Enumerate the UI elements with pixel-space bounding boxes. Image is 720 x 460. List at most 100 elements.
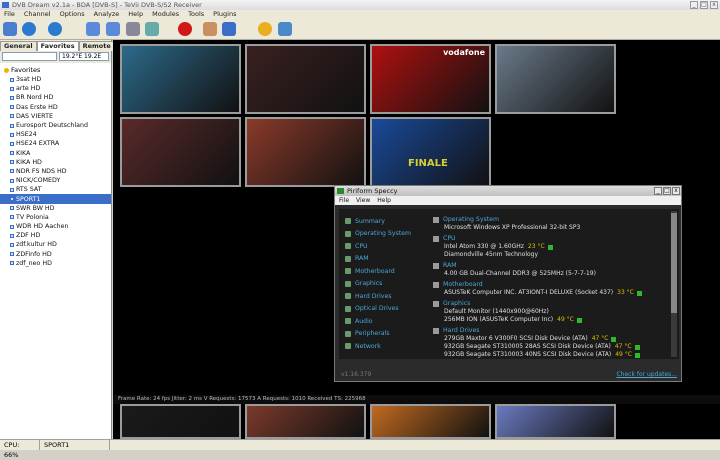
channel-icon: [10, 187, 14, 192]
settings-icon[interactable]: [126, 22, 140, 36]
speccy-scroll-thumb[interactable]: [671, 213, 677, 313]
app-icon: [2, 2, 9, 8]
channel-item[interactable]: HSE24 EXTRA: [0, 139, 111, 148]
spec-section-header: CPU: [433, 234, 669, 243]
thumb-5[interactable]: [120, 117, 241, 187]
channel-item[interactable]: zdf.kultur HD: [0, 240, 111, 249]
channel-item[interactable]: Eurosport Deutschland: [0, 121, 111, 130]
speccy-menu-help[interactable]: Help: [377, 196, 391, 205]
channel-item[interactable]: arte HD: [0, 84, 111, 93]
thumb-10-bg: [372, 406, 489, 437]
channel-icon: [10, 77, 14, 82]
speccy-menu-file[interactable]: File: [339, 196, 349, 205]
menu-options[interactable]: Options: [60, 10, 85, 19]
tab-general[interactable]: General: [0, 41, 37, 51]
channel-item[interactable]: NICK/COMEDY: [0, 176, 111, 185]
channel-label: RTS SAT: [16, 186, 42, 194]
channel-item[interactable]: WDR HD Aachen: [0, 222, 111, 231]
speccy-nav-item[interactable]: CPU: [345, 240, 427, 253]
channel-icon: [10, 169, 14, 174]
channel-item[interactable]: zdf_neo HD: [0, 259, 111, 268]
thumb-11[interactable]: [495, 404, 616, 439]
speccy-nav-item[interactable]: Peripherals: [345, 328, 427, 341]
tab-remote[interactable]: Remote: [78, 41, 115, 51]
channel-icon: [10, 206, 14, 211]
channel-item[interactable]: KIKA: [0, 149, 111, 158]
channel-item[interactable]: TV Polonia: [0, 213, 111, 222]
speccy-close-button[interactable]: x: [672, 187, 680, 195]
favorites-group[interactable]: Favorites: [0, 66, 111, 75]
speccy-minimize-button[interactable]: _: [654, 187, 662, 195]
channel-label: WDR HD Aachen: [16, 223, 69, 231]
thumb-9[interactable]: [245, 404, 366, 439]
channel-item[interactable]: HSE24: [0, 130, 111, 139]
menu-modules[interactable]: Modules: [152, 10, 179, 19]
minimize-button[interactable]: _: [690, 1, 698, 9]
window-icon[interactable]: [106, 22, 120, 36]
satellite-select[interactable]: 19.2°E 19.2E: [59, 52, 109, 61]
nav-item-icon: [345, 268, 351, 275]
search-input[interactable]: [2, 52, 57, 61]
record-icon[interactable]: [178, 22, 192, 36]
channel-item[interactable]: ZDFinfo HD: [0, 250, 111, 259]
thumb-7-label: FINALE: [408, 158, 448, 169]
speccy-nav-item[interactable]: RAM: [345, 253, 427, 266]
maximize-button[interactable]: □: [700, 1, 708, 9]
thumb-2[interactable]: [245, 44, 366, 114]
channel-item[interactable]: NDR FS NDS HD: [0, 167, 111, 176]
tab-favorites[interactable]: Favorites: [36, 41, 79, 51]
speccy-nav-item[interactable]: Network: [345, 340, 427, 353]
menu-help[interactable]: Help: [128, 10, 143, 19]
nav-item-icon: [345, 318, 351, 325]
channel-item[interactable]: BR Nord HD: [0, 93, 111, 102]
check-updates-link[interactable]: Check for updates...: [616, 371, 677, 378]
speccy-nav-item[interactable]: Graphics: [345, 278, 427, 291]
thumb-3[interactable]: vodafone: [370, 44, 491, 114]
monitor-icon[interactable]: [222, 22, 236, 36]
info-icon[interactable]: [278, 22, 292, 36]
thumb-6[interactable]: [245, 117, 366, 187]
back-icon[interactable]: [22, 22, 36, 36]
channel-item[interactable]: KIKA HD: [0, 158, 111, 167]
epg-icon[interactable]: [203, 22, 217, 36]
speccy-menu-view[interactable]: View: [356, 196, 370, 205]
channel-item[interactable]: ZDF HD: [0, 231, 111, 240]
spec-line: Diamondville 45nm Technology: [433, 251, 669, 259]
nav-item-label: Optical Drives: [355, 305, 399, 313]
channel-item[interactable]: Das Erste HD: [0, 103, 111, 112]
channel-item[interactable]: RTS SAT: [0, 185, 111, 194]
channel-item[interactable]: DAS VIERTE: [0, 112, 111, 121]
open-icon[interactable]: [3, 22, 17, 36]
screen-icon[interactable]: [86, 22, 100, 36]
speccy-window: Piriform Speccy _ □ x File View Help Sum…: [334, 185, 682, 382]
thumb-8[interactable]: [120, 404, 241, 439]
speccy-nav-item[interactable]: Audio: [345, 315, 427, 328]
thumb-1[interactable]: [120, 44, 241, 114]
nav-item-label: Audio: [355, 317, 373, 325]
speccy-nav-item[interactable]: Operating System: [345, 228, 427, 241]
menu-file[interactable]: File: [4, 10, 15, 19]
channel-item[interactable]: SWR BW HD: [0, 204, 111, 213]
clock-icon[interactable]: [258, 22, 272, 36]
menu-analyze[interactable]: Analyze: [94, 10, 120, 19]
menu-tools[interactable]: Tools: [188, 10, 204, 19]
speccy-nav-item[interactable]: Optical Drives: [345, 303, 427, 316]
thumb-4[interactable]: [495, 44, 616, 114]
speccy-scrollbar[interactable]: [671, 211, 677, 357]
thumb-7[interactable]: FINALE: [370, 117, 491, 187]
close-button[interactable]: x: [710, 1, 718, 9]
thumb-10[interactable]: [370, 404, 491, 439]
menu-plugins[interactable]: Plugins: [213, 10, 236, 19]
speccy-nav-item[interactable]: Hard Drives: [345, 290, 427, 303]
scan-icon[interactable]: [145, 22, 159, 36]
channel-icon: [10, 252, 14, 257]
speccy-maximize-button[interactable]: □: [663, 187, 671, 195]
speccy-nav-item[interactable]: Summary: [345, 215, 427, 228]
spec-section: Hard Drives 279GB Maxtor 6 V300F0 SCSI Di…: [433, 326, 669, 359]
forward-icon[interactable]: [48, 22, 62, 36]
spec-line: 932GB Seagate ST310003 40NS SCSI Disk De…: [433, 351, 669, 359]
channel-item[interactable]: SPORT1: [0, 194, 111, 204]
menu-channel[interactable]: Channel: [24, 10, 51, 19]
speccy-nav-item[interactable]: Motherboard: [345, 265, 427, 278]
channel-item[interactable]: 3sat HD: [0, 75, 111, 84]
